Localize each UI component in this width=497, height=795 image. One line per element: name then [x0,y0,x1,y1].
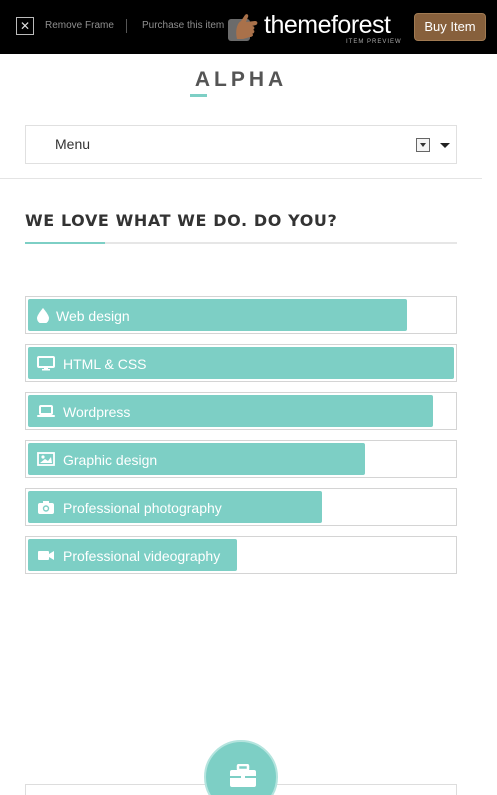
skill-bar: Web design [25,296,457,334]
preview-frame-bar: ✕ Remove Frame Purchase this item themef… [0,0,497,54]
preview-page: ALPHA Menu WE LOVE WHAT WE DO. DO YOU? W… [0,54,482,795]
close-frame-icon[interactable]: ✕ [16,17,34,35]
skill-label: Web design [56,308,130,324]
site-logo[interactable]: ALPHA [0,68,482,92]
logo-accent-bar [190,94,207,97]
themeforest-hand-icon [228,14,258,41]
service-icon-circle [204,740,278,795]
skill-progress-fill: Professional videography [28,539,237,571]
themeforest-logo[interactable]: themeforest ITEM PREVIEW [227,10,407,50]
skill-bar: Graphic design [25,440,457,478]
skill-progress-fill: Graphic design [28,443,365,475]
purchase-item-link[interactable]: Purchase this item [142,20,224,31]
themeforest-wordmark: themeforest [264,11,391,39]
header-divider [0,178,482,179]
skill-bar: Wordpress [25,392,457,430]
desktop-icon [37,356,55,371]
skill-label: Graphic design [63,452,158,468]
skill-label: Wordpress [63,404,131,420]
skill-progress-fill: Professional photography [28,491,322,523]
laptop-icon [37,405,55,417]
skill-progress-fill: HTML & CSS [28,347,454,379]
item-preview-caption: ITEM PREVIEW [346,39,402,45]
menu-label: Menu [55,136,91,152]
image-icon [37,452,55,466]
bar-divider [126,19,127,33]
section-title: WE LOVE WHAT WE DO. DO YOU? [25,211,338,230]
chevron-down-icon[interactable] [440,143,450,148]
title-rule-accent [25,242,105,244]
skill-bar: Professional videography [25,536,457,574]
menu-dropdown[interactable]: Menu [25,125,457,164]
skill-progress-fill: Web design [28,299,407,331]
select-arrow-icon[interactable] [416,138,430,152]
droplet-icon [37,308,49,323]
skill-bar: HTML & CSS [25,344,457,382]
briefcase-icon [230,764,256,787]
remove-frame-link[interactable]: Remove Frame [45,20,114,31]
video-camera-icon [38,551,54,560]
skill-label: HTML & CSS [63,356,147,372]
skill-label: Professional photography [63,500,222,516]
skill-bar: Professional photography [25,488,457,526]
camera-icon [38,501,54,514]
skill-label: Professional videography [63,548,221,564]
skill-progress-fill: Wordpress [28,395,433,427]
buy-item-button[interactable]: Buy Item [414,13,486,41]
